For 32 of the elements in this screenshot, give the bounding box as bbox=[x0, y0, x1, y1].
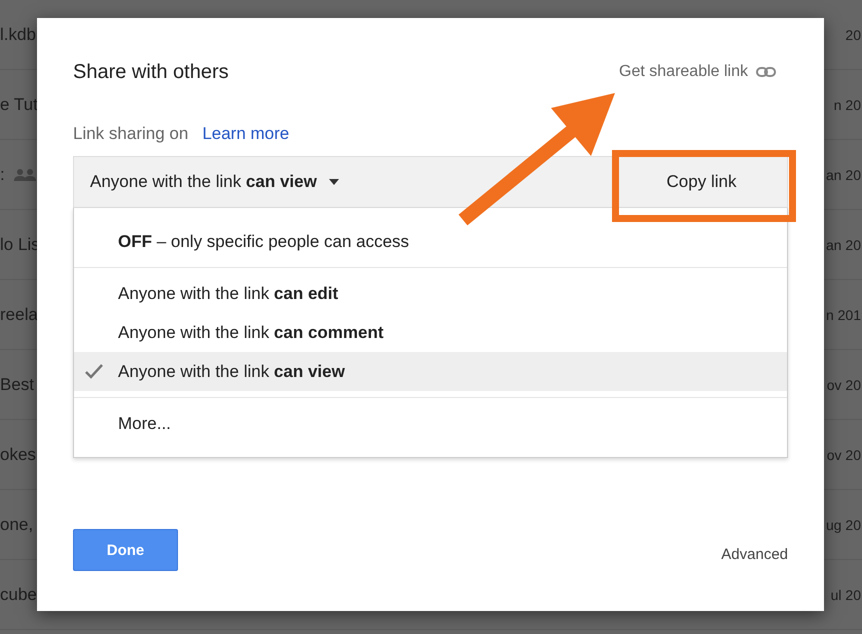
file-date: ov 20 bbox=[826, 446, 861, 462]
menu-item[interactable]: Anyone with the link can edit bbox=[74, 274, 787, 313]
menu-item[interactable]: More... bbox=[74, 404, 787, 443]
file-name: one, bbox=[0, 514, 34, 534]
file-date: 20 bbox=[845, 26, 861, 42]
link-icon bbox=[756, 66, 776, 78]
dialog-title: Share with others bbox=[73, 60, 229, 84]
file-date: n 201 bbox=[826, 306, 861, 322]
file-name: Best bbox=[0, 374, 34, 394]
get-link-button[interactable]: Get shareable link bbox=[619, 63, 776, 81]
caret-icon bbox=[328, 179, 339, 185]
advanced-link[interactable]: Advanced bbox=[721, 546, 788, 562]
file-name: cube bbox=[0, 584, 37, 604]
menu-item[interactable]: Anyone with the link can comment bbox=[74, 313, 787, 352]
file-date: ov 20 bbox=[826, 376, 861, 392]
people-icon bbox=[12, 168, 37, 180]
menu-item[interactable]: OFF – only specific people can access bbox=[74, 222, 787, 261]
check-icon bbox=[85, 364, 103, 379]
file-name: e Tut bbox=[0, 94, 38, 114]
link-sharing-label: Link sharing on bbox=[73, 124, 188, 144]
access-dropdown[interactable]: Anyone with the link can view bbox=[74, 157, 615, 207]
file-date: ul 20 bbox=[830, 586, 861, 602]
file-name: okes bbox=[0, 444, 36, 464]
file-name: reela bbox=[0, 304, 38, 324]
learn-more-link[interactable]: Learn more bbox=[202, 124, 290, 144]
file-date: ug 20 bbox=[826, 516, 861, 532]
file-name: l.kdb bbox=[0, 24, 36, 44]
menu-item[interactable]: Anyone with the link can view bbox=[74, 352, 787, 391]
file-name: : bbox=[0, 164, 5, 184]
file-date: an 20 bbox=[826, 166, 861, 182]
file-date: an 20 bbox=[826, 236, 861, 252]
file-date: n 20 bbox=[834, 96, 861, 112]
